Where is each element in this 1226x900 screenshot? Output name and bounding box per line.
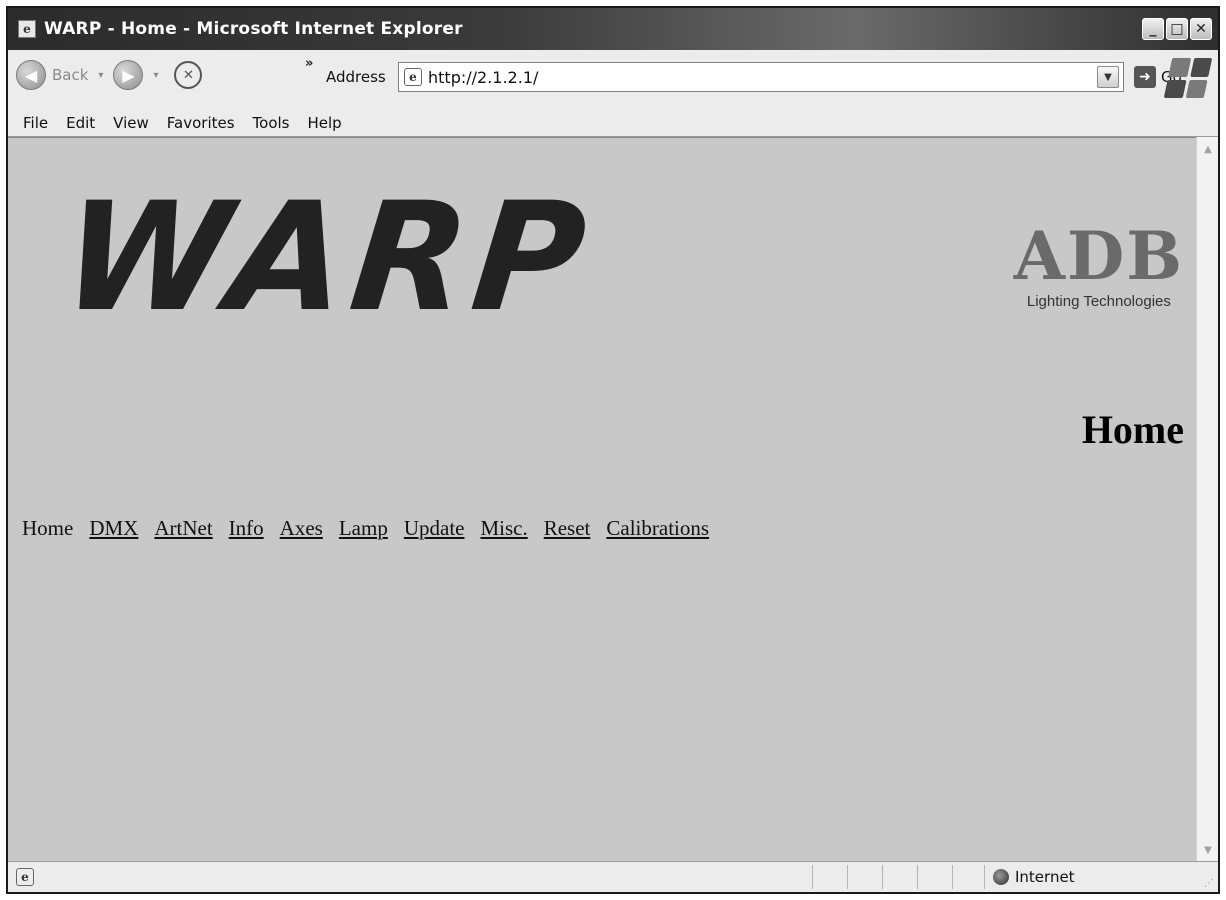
browser-window: e WARP - Home - Microsoft Internet Explo… — [6, 6, 1220, 894]
minimize-button[interactable]: _ — [1142, 18, 1164, 40]
nav-link-reset[interactable]: Reset — [544, 516, 591, 541]
zone-label: Internet — [1015, 868, 1075, 886]
window-controls: _ □ ✕ — [1142, 18, 1212, 40]
page-nav: Home DMX ArtNet Info Axes Lamp Update Mi… — [22, 516, 709, 541]
status-bar: e Internet ⋰ — [8, 861, 1218, 892]
title-bar[interactable]: e WARP - Home - Microsoft Internet Explo… — [8, 8, 1218, 50]
status-panels — [812, 865, 987, 889]
windows-logo-icon — [1163, 58, 1213, 98]
ie-page-icon: e — [18, 20, 36, 38]
nav-link-axes[interactable]: Axes — [280, 516, 323, 541]
page-title: Home — [1081, 407, 1184, 452]
status-page-icon: e — [16, 868, 34, 886]
menu-edit[interactable]: Edit — [57, 114, 104, 132]
toolbar: ◀ Back ▾ ▶ ▾ ✕ » Address e http://2.1.2.… — [8, 50, 1218, 111]
stop-icon[interactable]: ✕ — [174, 61, 203, 89]
resize-grip-icon[interactable]: ⋰ — [1204, 878, 1214, 889]
warp-logo: WARP — [54, 171, 599, 345]
address-input[interactable]: http://2.1.2.1/ — [428, 68, 1097, 87]
menu-favorites[interactable]: Favorites — [158, 114, 244, 132]
menu-help[interactable]: Help — [299, 114, 351, 132]
back-dropdown-icon[interactable]: ▾ — [98, 70, 103, 81]
nav-link-artnet[interactable]: ArtNet — [154, 516, 212, 541]
scroll-down-icon[interactable]: ▼ — [1199, 842, 1217, 860]
page-icon: e — [404, 68, 422, 86]
security-zone: Internet — [984, 865, 1075, 889]
nav-link-info[interactable]: Info — [229, 516, 264, 541]
globe-icon — [993, 869, 1009, 885]
adb-logo: ADB Lighting Technologies — [1014, 223, 1184, 310]
forward-dropdown-icon[interactable]: ▾ — [153, 70, 158, 81]
menu-view[interactable]: View — [104, 114, 158, 132]
nav-link-misc[interactable]: Misc. — [480, 516, 527, 541]
address-bar[interactable]: e http://2.1.2.1/ ▼ — [398, 62, 1124, 92]
window-title: WARP - Home - Microsoft Internet Explore… — [44, 19, 463, 39]
menu-bar: File Edit View Favorites Tools Help — [8, 110, 1218, 137]
address-dropdown-icon[interactable]: ▼ — [1097, 66, 1119, 88]
nav-link-lamp[interactable]: Lamp — [339, 516, 388, 541]
nav-link-dmx[interactable]: DMX — [89, 516, 138, 541]
nav-link-calibrations[interactable]: Calibrations — [606, 516, 709, 541]
forward-arrow-icon[interactable]: ▶ — [113, 60, 144, 90]
go-arrow-icon[interactable]: ➜ — [1134, 66, 1156, 88]
navigation-buttons: ◀ Back ▾ ▶ ▾ ✕ — [16, 60, 203, 90]
adb-logo-text: ADB — [1013, 217, 1184, 295]
back-button-label[interactable]: Back — [52, 66, 88, 84]
scroll-up-icon[interactable]: ▲ — [1199, 141, 1217, 159]
menu-file[interactable]: File — [14, 114, 57, 132]
address-label: Address — [326, 68, 386, 86]
page-content: WARP ADB Lighting Technologies Home Home… — [8, 137, 1196, 865]
nav-link-update[interactable]: Update — [404, 516, 465, 541]
toolbar-overflow-chevron[interactable]: » — [305, 56, 313, 71]
nav-home: Home — [22, 516, 74, 540]
close-button[interactable]: ✕ — [1190, 18, 1212, 40]
maximize-button[interactable]: □ — [1166, 18, 1188, 40]
back-arrow-icon[interactable]: ◀ — [16, 60, 46, 90]
menu-tools[interactable]: Tools — [244, 114, 299, 132]
adb-tagline: Lighting Technologies — [1026, 293, 1171, 310]
vertical-scrollbar[interactable]: ▲ ▼ — [1196, 137, 1218, 864]
